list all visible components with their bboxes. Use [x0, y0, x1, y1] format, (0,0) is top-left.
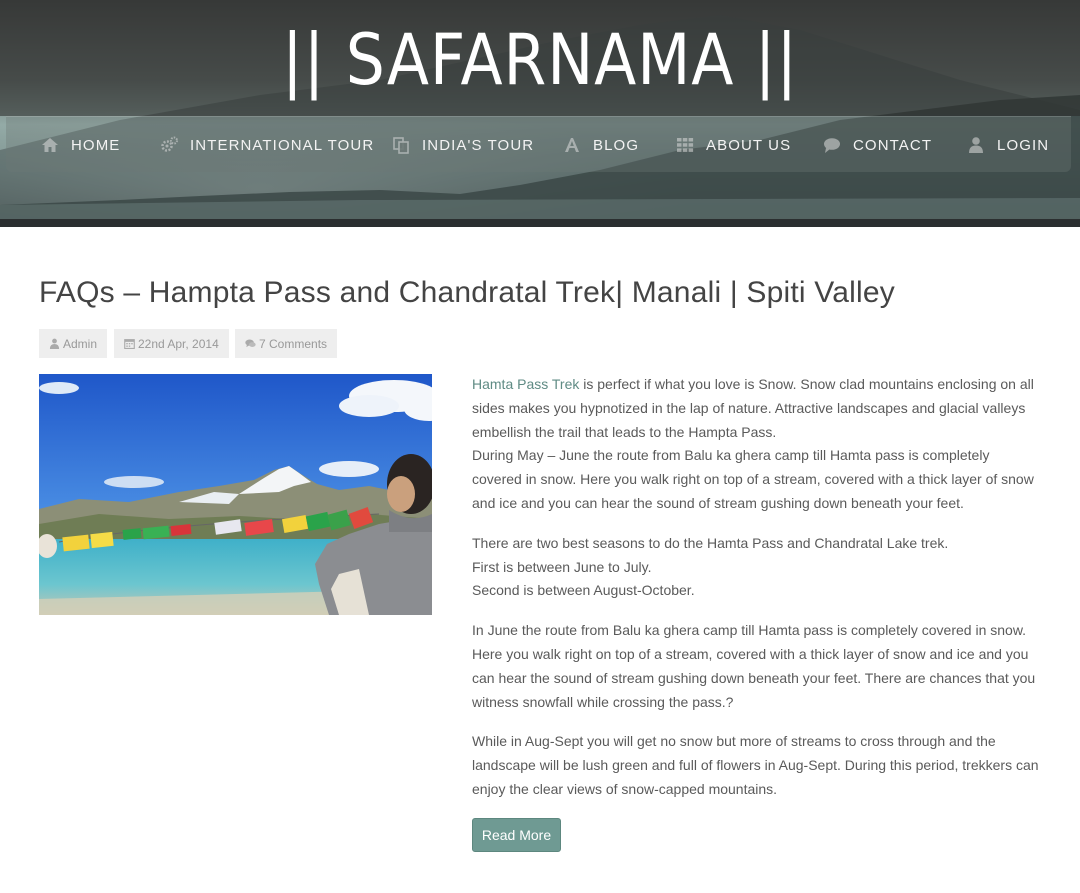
font-icon — [563, 136, 581, 154]
nav-item-contact[interactable]: CONTACT — [823, 117, 932, 173]
post-comments-count: 7 Comments — [259, 336, 328, 351]
nav-item-label: BLOG — [593, 136, 640, 154]
site-header: || SAFARNAMA || HOME INTERNATIONAL TOUR … — [0, 0, 1080, 227]
post-comments-badge[interactable]: 7 Comments — [235, 329, 338, 358]
post-title[interactable]: FAQs – Hampta Pass and Chandratal Trek| … — [39, 272, 1039, 314]
nav-item-international-tour[interactable]: INTERNATIONAL TOUR — [160, 117, 374, 173]
read-more-button[interactable]: Read More — [472, 818, 561, 852]
paragraph-1-line-2: During May – June the route from Balu ka… — [472, 447, 1034, 511]
user-icon — [967, 136, 985, 154]
nav-item-indias-tour[interactable]: INDIA'S TOUR — [392, 117, 534, 173]
home-icon — [41, 136, 59, 154]
post-date: 22nd Apr, 2014 — [138, 336, 219, 351]
nav-item-blog[interactable]: BLOG — [563, 117, 639, 173]
user-icon — [49, 338, 60, 349]
comment-icon — [823, 136, 841, 154]
calendar-icon — [124, 338, 135, 349]
comments-icon — [245, 338, 256, 349]
post-author: Admin — [63, 336, 98, 351]
hamta-pass-trek-link[interactable]: Hamta Pass Trek — [472, 376, 579, 392]
nav-item-label: INTERNATIONAL TOUR — [190, 136, 375, 154]
nav-item-label: ABOUT US — [706, 136, 792, 154]
post-paragraph-2: There are two best seasons to do the Ham… — [472, 532, 1040, 603]
paragraph-2-line-1: There are two best seasons to do the Ham… — [472, 534, 949, 551]
paragraph-2-line-2: First is between June to July. — [472, 558, 652, 575]
site-title[interactable]: || SAFARNAMA || — [65, 18, 1015, 102]
main-navbar: HOME INTERNATIONAL TOUR INDIA'S TOUR BLO… — [6, 116, 1071, 172]
nav-item-label: INDIA'S TOUR — [422, 136, 535, 154]
nav-item-label: HOME — [71, 136, 121, 154]
post-paragraph-3: In June the route from Balu ka ghera cam… — [472, 622, 1036, 710]
post-paragraph-1: Hamta Pass Trek is perfect if what you l… — [472, 373, 1040, 516]
nav-item-label: LOGIN — [997, 136, 1050, 154]
header-divider — [0, 219, 1080, 227]
nav-item-about-us[interactable]: ABOUT US — [676, 117, 791, 173]
post-author-badge[interactable]: Admin — [39, 329, 108, 358]
copy-icon — [392, 136, 410, 154]
post-date-badge: 22nd Apr, 2014 — [114, 329, 229, 358]
post-paragraph-4: While in Aug-Sept you will get no snow b… — [472, 733, 1039, 797]
nav-item-login[interactable]: LOGIN — [967, 117, 1049, 173]
grid-icon — [676, 136, 694, 154]
paragraph-2-line-3: Second is between August-October. — [472, 582, 695, 599]
post-feature-image[interactable] — [39, 374, 432, 615]
post-excerpt: Hamta Pass Trek is perfect if what you l… — [472, 373, 1040, 818]
nav-item-label: CONTACT — [853, 136, 933, 154]
nav-item-home[interactable]: HOME — [41, 117, 120, 173]
gears-icon — [160, 136, 178, 154]
